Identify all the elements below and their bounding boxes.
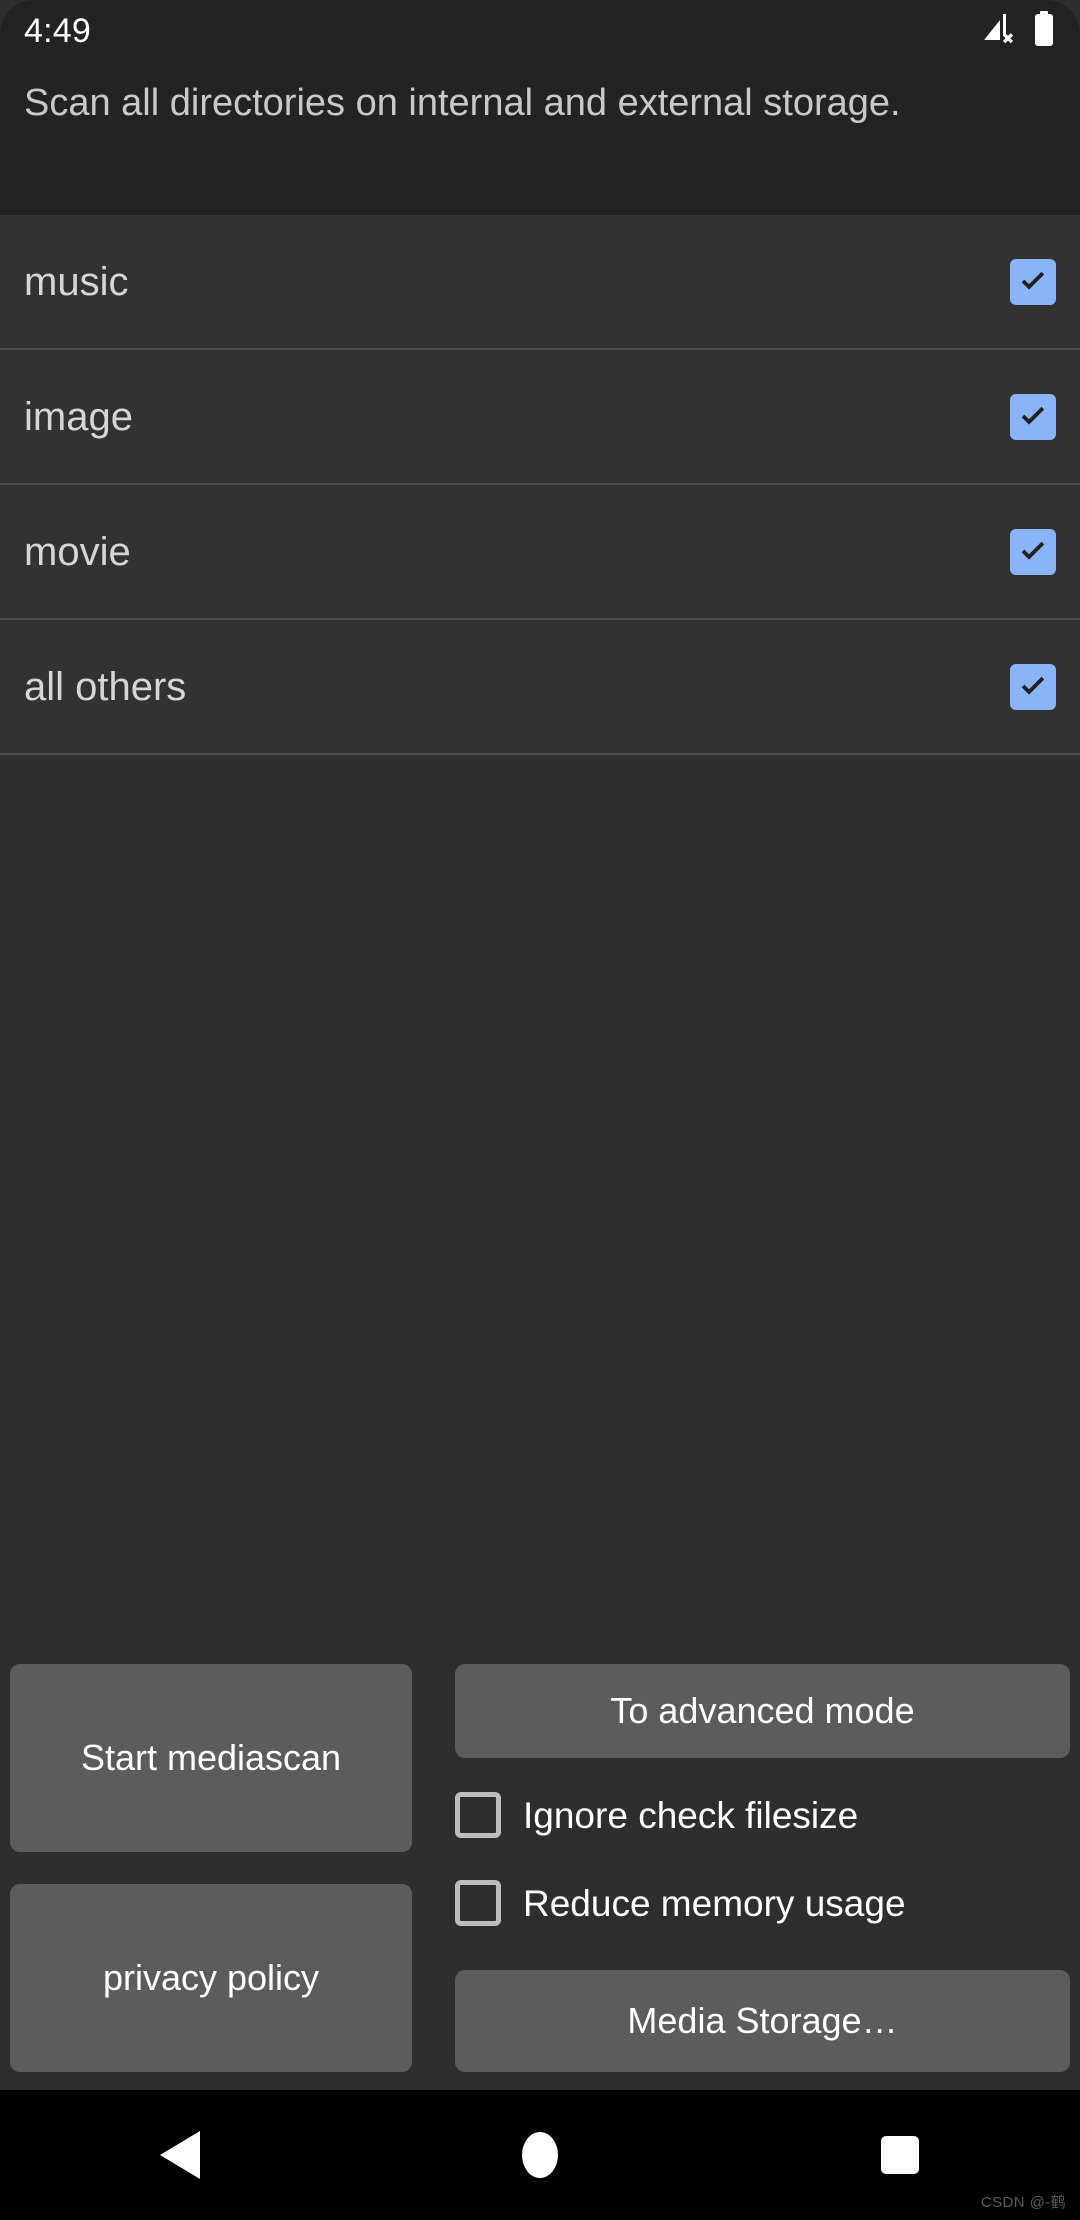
- recents-square-icon: [881, 2136, 919, 2174]
- home-circle-icon: [522, 2132, 558, 2178]
- table-row[interactable]: image: [0, 350, 1080, 485]
- bottom-control-panel: Start mediascan privacy policy To advanc…: [0, 1652, 1080, 2090]
- list-item-label: all others: [24, 664, 187, 709]
- media-category-list: music image movie all others: [0, 215, 1080, 755]
- checkbox-image[interactable]: [1010, 393, 1056, 440]
- option-label: Reduce memory usage: [523, 1882, 906, 1924]
- table-row[interactable]: all others: [0, 620, 1080, 755]
- checkbox-unchecked-icon[interactable]: [455, 1880, 501, 1926]
- checkbox-movie[interactable]: [1010, 528, 1056, 575]
- table-row[interactable]: music: [0, 215, 1080, 350]
- back-triangle-icon: [160, 2131, 200, 2179]
- list-item-label: movie: [24, 529, 131, 574]
- checkbox-checked-icon: [1010, 528, 1056, 575]
- media-storage-button[interactable]: Media Storage…: [455, 1970, 1070, 2072]
- option-ignore-check-filesize[interactable]: Ignore check filesize: [455, 1792, 858, 1838]
- scan-description-text: Scan all directories on internal and ext…: [24, 82, 901, 124]
- nav-home-button[interactable]: [460, 2090, 620, 2220]
- nav-recents-button[interactable]: [820, 2090, 980, 2220]
- to-advanced-mode-button[interactable]: To advanced mode: [455, 1664, 1070, 1758]
- option-reduce-memory-usage[interactable]: Reduce memory usage: [455, 1880, 906, 1926]
- status-bar: 4:49: [0, 0, 1080, 62]
- table-row[interactable]: movie: [0, 485, 1080, 620]
- header-description-panel: Scan all directories on internal and ext…: [0, 62, 1080, 215]
- list-item-label: image: [24, 394, 133, 439]
- checkbox-checked-icon: [1010, 663, 1056, 710]
- watermark-text: CSDN @-鹤: [980, 2194, 1066, 2211]
- checkbox-all-others[interactable]: [1010, 663, 1056, 710]
- battery-full-icon: [1034, 10, 1054, 52]
- status-icons: [982, 10, 1054, 52]
- privacy-policy-button[interactable]: privacy policy: [10, 1884, 412, 2072]
- start-mediascan-button[interactable]: Start mediascan: [10, 1664, 412, 1852]
- cellular-no-service-icon: [982, 12, 1018, 51]
- option-label: Ignore check filesize: [523, 1794, 859, 1836]
- checkbox-checked-icon: [1010, 393, 1056, 440]
- phone-screen: 4:49 Scan all directories on internal an…: [0, 0, 1080, 2220]
- list-item-label: music: [24, 259, 129, 304]
- empty-content-area: [0, 755, 1080, 1652]
- status-clock: 4:49: [24, 12, 91, 50]
- checkbox-music[interactable]: [1010, 258, 1056, 305]
- checkbox-checked-icon: [1010, 258, 1056, 305]
- nav-back-button[interactable]: [100, 2090, 260, 2220]
- checkbox-unchecked-icon[interactable]: [455, 1792, 501, 1838]
- android-navigation-bar: CSDN @-鹤: [0, 2090, 1080, 2220]
